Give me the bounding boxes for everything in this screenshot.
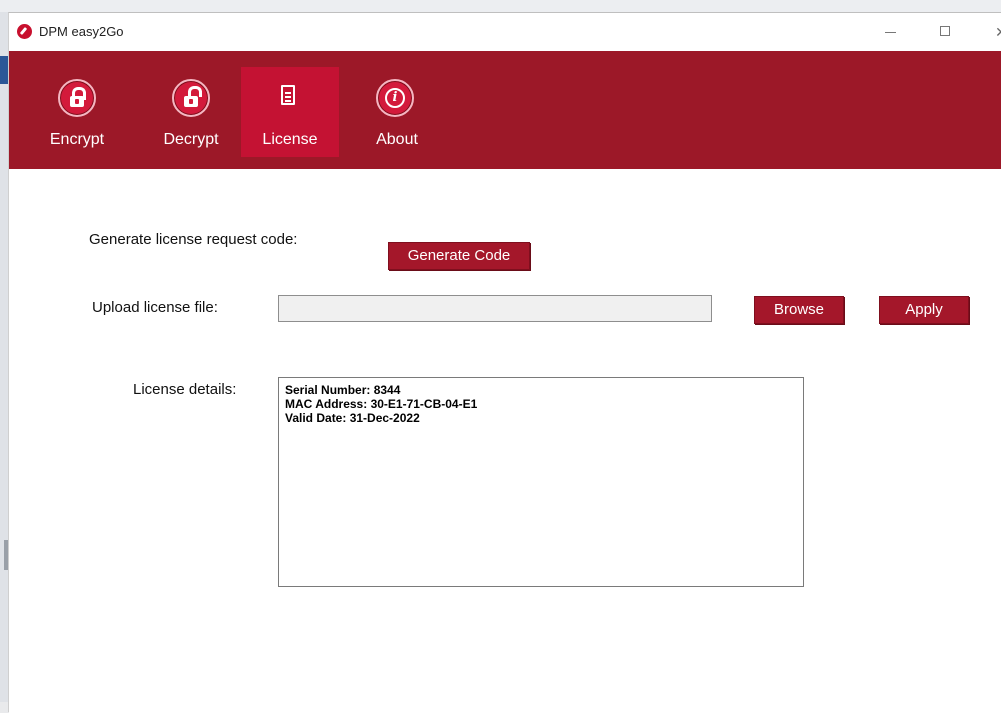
window-title: DPM easy2Go (39, 24, 124, 39)
lock-closed-icon (58, 79, 96, 117)
close-button[interactable]: ✕ (981, 19, 1001, 45)
maximize-icon (940, 26, 950, 36)
desktop-background (0, 0, 1001, 12)
toolbar-item-license[interactable]: License (241, 67, 339, 157)
toolbar-item-label: License (262, 131, 318, 148)
app-window: DPM easy2Go ✕ Encrypt Decrypt License i … (8, 12, 1001, 713)
toolbar-item-encrypt[interactable]: Encrypt (37, 67, 117, 157)
lock-open-icon (172, 79, 210, 117)
desktop-background-left (0, 12, 8, 702)
minimize-button[interactable] (871, 19, 911, 45)
mac-address-line: MAC Address: 30-E1-71-CB-04-E1 (285, 397, 478, 411)
background-window-edge (0, 56, 8, 84)
toolbar-item-label: About (376, 131, 418, 148)
generate-code-button[interactable]: Generate Code (388, 242, 530, 270)
info-icon: i (376, 79, 414, 117)
toolbar-item-label: Decrypt (163, 131, 219, 148)
main-toolbar: Encrypt Decrypt License i About (9, 51, 1001, 169)
maximize-button[interactable] (926, 19, 966, 45)
minimize-icon (885, 32, 896, 33)
title-bar[interactable]: DPM easy2Go ✕ (9, 13, 1001, 51)
serial-number-line: Serial Number: 8344 (285, 383, 401, 397)
upload-license-label: Upload license file: (92, 299, 218, 316)
license-file-input[interactable] (278, 295, 712, 322)
toolbar-item-label: Encrypt (49, 131, 105, 148)
browse-button[interactable]: Browse (754, 296, 844, 324)
toolbar-item-about[interactable]: i About (355, 67, 439, 157)
document-icon (271, 79, 309, 117)
license-panel: Generate license request code: Generate … (9, 169, 1001, 713)
close-icon: ✕ (995, 24, 1001, 40)
app-logo-icon (17, 24, 32, 39)
valid-date-line: Valid Date: 31-Dec-2022 (285, 411, 420, 425)
toolbar-item-decrypt[interactable]: Decrypt (145, 67, 237, 157)
license-details-label: License details: (133, 381, 237, 398)
generate-code-label: Generate license request code: (89, 231, 298, 248)
apply-button[interactable]: Apply (879, 296, 969, 324)
license-details-box[interactable]: Serial Number: 8344 MAC Address: 30-E1-7… (278, 377, 804, 587)
